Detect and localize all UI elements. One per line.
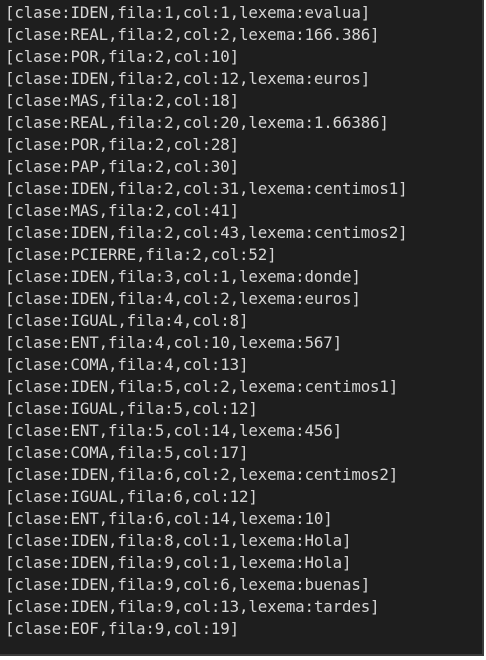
token-line: [clase:EOF,fila:9,col:19] (5, 619, 240, 638)
token-line: [clase:IDEN,fila:9,col:6,lexema:buenas] (5, 575, 371, 594)
token-line: [clase:IDEN,fila:3,col:1,lexema:donde] (5, 267, 361, 286)
token-line: [clase:IGUAL,fila:4,col:8] (5, 311, 249, 330)
token-line: [clase:PAP,fila:2,col:30] (5, 157, 240, 176)
token-line: [clase:IDEN,fila:2,col:31,lexema:centimo… (5, 179, 408, 198)
token-line: [clase:REAL,fila:2,col:2,lexema:166.386] (5, 25, 380, 44)
console-output-panel: [clase:IDEN,fila:1,col:1,lexema:evalua] [… (0, 0, 484, 656)
token-line: [clase:IDEN,fila:1,col:1,lexema:evalua] (5, 3, 371, 22)
token-line: [clase:MAS,fila:2,col:41] (5, 201, 240, 220)
token-line: [clase:IDEN,fila:2,col:43,lexema:centimo… (5, 223, 408, 242)
token-line: [clase:POR,fila:2,col:10] (5, 47, 240, 66)
token-line: [clase:IGUAL,fila:6,col:12] (5, 487, 258, 506)
token-list: [clase:IDEN,fila:1,col:1,lexema:evalua] [… (5, 2, 408, 640)
token-line: [clase:MAS,fila:2,col:18] (5, 91, 240, 110)
token-line: [clase:COMA,fila:5,col:17] (5, 443, 249, 462)
token-line: [clase:COMA,fila:4,col:13] (5, 355, 249, 374)
token-line: [clase:IDEN,fila:9,col:1,lexema:Hola] (5, 553, 352, 572)
token-line: [clase:POR,fila:2,col:28] (5, 135, 240, 154)
token-line: [clase:ENT,fila:4,col:10,lexema:567] (5, 333, 342, 352)
token-line: [clase:IDEN,fila:5,col:2,lexema:centimos… (5, 377, 399, 396)
token-line: [clase:IDEN,fila:4,col:2,lexema:euros] (5, 289, 361, 308)
token-line: [clase:PCIERRE,fila:2,col:52] (5, 245, 277, 264)
token-line: [clase:REAL,fila:2,col:20,lexema:1.66386… (5, 113, 389, 132)
token-line: [clase:ENT,fila:6,col:14,lexema:10] (5, 509, 333, 528)
token-line: [clase:IGUAL,fila:5,col:12] (5, 399, 258, 418)
token-line: [clase:IDEN,fila:2,col:12,lexema:euros] (5, 69, 371, 88)
token-line: [clase:IDEN,fila:9,col:13,lexema:tardes] (5, 597, 380, 616)
token-line: [clase:IDEN,fila:8,col:1,lexema:Hola] (5, 531, 352, 550)
token-line: [clase:ENT,fila:5,col:14,lexema:456] (5, 421, 342, 440)
token-line: [clase:IDEN,fila:6,col:2,lexema:centimos… (5, 465, 399, 484)
